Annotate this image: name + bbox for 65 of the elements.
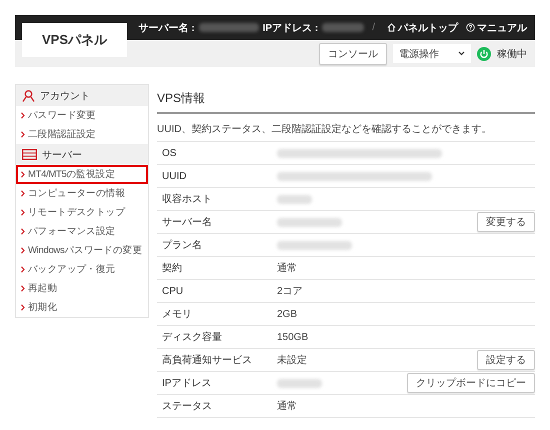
sidebar-item[interactable]: コンピューターの情報 xyxy=(16,184,148,203)
redacted-value xyxy=(198,23,259,32)
row-value: 通常 xyxy=(277,400,297,413)
chevron-icon xyxy=(21,247,25,254)
sidebar-item[interactable]: Windowsパスワードの変更 xyxy=(16,241,148,260)
sidebar-item[interactable]: MT4/MT5の監視設定 xyxy=(16,165,148,184)
row-label: 高負荷通知サービス xyxy=(162,354,253,367)
row-label: 収容ホスト xyxy=(162,192,213,206)
console-button[interactable]: コンソール xyxy=(319,42,387,64)
sidebar-item[interactable]: 二段階認証設定 xyxy=(16,125,148,144)
chevron-icon xyxy=(21,304,25,311)
caret-icon xyxy=(458,51,465,56)
chevron-icon xyxy=(21,171,25,178)
row-button[interactable]: クリップボードにコピー xyxy=(407,373,535,393)
row-value: 未設定 xyxy=(277,354,307,367)
chevron-icon xyxy=(21,209,25,216)
row-label: ステータス xyxy=(162,400,213,413)
chevron-icon xyxy=(21,285,25,292)
help-icon xyxy=(466,23,475,32)
row-button[interactable]: 変更する xyxy=(477,212,535,232)
home-icon xyxy=(387,23,396,32)
chevron-icon xyxy=(21,131,25,138)
sidebar-item[interactable]: バックアップ・復元 xyxy=(16,260,148,279)
power-select[interactable]: 電源操作 xyxy=(393,44,471,63)
chevron-icon xyxy=(21,228,25,235)
chevron-icon xyxy=(21,190,25,197)
chevron-icon xyxy=(21,112,25,119)
server-icon xyxy=(22,149,37,160)
section-title: VPS情報 xyxy=(157,84,535,114)
sidebar-item[interactable]: パフォーマンス設定 xyxy=(16,222,148,241)
server-name-label: サーバー名 : xyxy=(138,22,195,34)
row-value: 2コア xyxy=(277,285,303,298)
row-label: UUID xyxy=(162,170,188,182)
row-button[interactable]: 設定する xyxy=(477,350,535,370)
sidebar-section-header: サーバー xyxy=(16,144,148,165)
redacted-value xyxy=(322,23,364,32)
sidebar-item[interactable]: パスワード変更 xyxy=(16,106,148,125)
redacted-value xyxy=(277,218,342,226)
chevron-icon xyxy=(21,266,25,273)
logo: VPSパネル xyxy=(22,23,127,57)
power-icon xyxy=(477,46,491,60)
sidebar-item[interactable]: リモートデスクトップ xyxy=(16,203,148,222)
sidebar-section-header: アカウント xyxy=(16,85,148,106)
row-label: OS xyxy=(162,148,178,158)
row-label: メモリ xyxy=(162,308,193,321)
person-icon xyxy=(22,90,35,102)
row-value: 通常 xyxy=(277,262,297,275)
row-value: 2GB xyxy=(277,308,298,320)
header-link[interactable]: パネルトップ xyxy=(387,20,458,34)
sidebar-item[interactable]: 初期化 xyxy=(16,298,148,317)
header-link[interactable]: マニュアル xyxy=(466,20,527,34)
status-text: 稼働中 xyxy=(497,48,527,60)
row-value: 150GB xyxy=(277,332,308,342)
row-label: IPアドレス xyxy=(162,377,212,390)
redacted-value xyxy=(277,378,322,388)
sidebar-item[interactable]: 再起動 xyxy=(16,279,148,298)
ip-label: IPアドレス : xyxy=(262,22,318,34)
redacted-value xyxy=(277,194,312,204)
row-label: 契約 xyxy=(162,262,183,275)
row-label: CPU xyxy=(162,286,184,296)
row-label: プラン名 xyxy=(162,238,203,252)
description: UUID、契約ステータス、二段階認証設定などを確認することができます。 xyxy=(157,122,492,137)
row-label: ディスク容量 xyxy=(162,330,223,344)
separator: / xyxy=(372,22,375,33)
row-label: サーバー名 xyxy=(162,216,213,229)
